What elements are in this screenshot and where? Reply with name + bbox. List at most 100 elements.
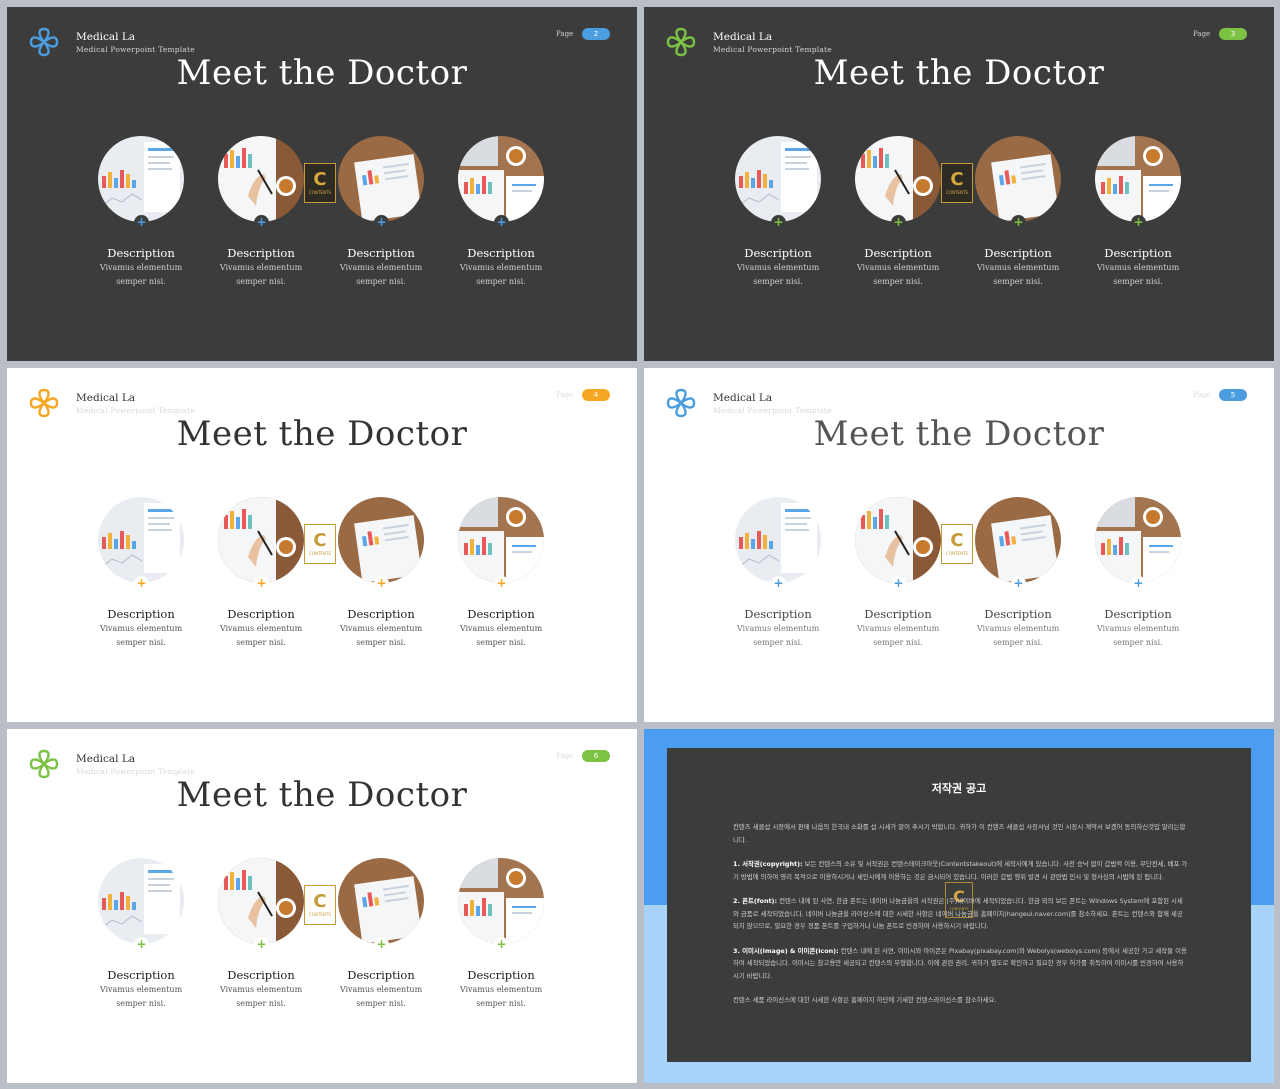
slide-copyright-notice[interactable]: 저작권 공고 C CONTENTS 컨텐츠 세클섭 시장에서 판매 나옵의 한국내…	[644, 729, 1274, 1083]
doctor-photo	[735, 497, 821, 583]
copyright-section-1: 1. 서작권(copyright): 보든 컨텐스의 소유 및 서작권은 컨텐스…	[733, 860, 1188, 881]
brand-name: Medical La	[76, 31, 136, 43]
svg-text:C: C	[950, 530, 963, 551]
description-text: Vivamus elementum semper nisi.	[219, 985, 303, 1008]
add-icon[interactable]: +	[771, 215, 786, 230]
add-icon[interactable]: +	[1131, 215, 1146, 230]
brand: Medical La Medical Powerpoint Template	[713, 31, 832, 54]
add-icon[interactable]: +	[254, 576, 269, 591]
add-icon[interactable]: +	[374, 576, 389, 591]
page-label: Page	[556, 391, 574, 399]
slide-title: Meet the Doctor	[176, 775, 468, 815]
description-title: Description	[864, 607, 932, 621]
description-text: Vivamus elementum semper nisi.	[856, 263, 940, 286]
doctor-photo	[458, 497, 544, 583]
add-icon[interactable]: +	[374, 215, 389, 230]
contents-badge-icon: CCONTENTS	[304, 163, 336, 203]
add-icon[interactable]: +	[1011, 576, 1026, 591]
add-icon[interactable]: +	[134, 937, 149, 952]
svg-text:C: C	[313, 891, 326, 912]
description-text: Vivamus elementum semper nisi.	[736, 263, 820, 286]
page-label: Page	[556, 30, 574, 38]
slide-page-3[interactable]: Medical La Medical Powerpoint Template P…	[644, 7, 1274, 361]
doctor-photo	[1095, 136, 1181, 222]
description-text: Vivamus elementum semper nisi.	[339, 263, 423, 286]
doctor-photo	[975, 497, 1061, 583]
description-title: Description	[744, 246, 812, 260]
doctor-photo	[458, 136, 544, 222]
add-icon[interactable]: +	[494, 937, 509, 952]
svg-text:CONTENTS: CONTENTS	[946, 551, 968, 556]
doctor-photo	[98, 497, 184, 583]
doctor-photo	[338, 858, 424, 944]
description-4: Description Vivamus elementum semper nisi…	[1078, 246, 1198, 289]
doctor-photo	[855, 497, 941, 583]
description-text: Vivamus elementum semper nisi.	[99, 624, 183, 647]
add-icon[interactable]: +	[1131, 576, 1146, 591]
page-number-badge: 5	[1219, 389, 1247, 401]
doctor-photo	[338, 497, 424, 583]
description-1: Description Vivamus elementum semper nisi…	[81, 246, 201, 289]
svg-text:CONTENTS: CONTENTS	[309, 912, 331, 917]
description-4: Description Vivamus elementum semper nisi…	[441, 968, 561, 1011]
description-title: Description	[1104, 246, 1172, 260]
copyright-footer: 컨텐스 세품 라이선스에 대한 시세한 사항은 홈페이지 하단에 기세한 컨텐스…	[733, 996, 997, 1004]
svg-text:C: C	[950, 169, 963, 190]
add-icon[interactable]: +	[891, 215, 906, 230]
svg-text:CONTENTS: CONTENTS	[946, 190, 968, 195]
description-title: Description	[227, 968, 295, 982]
description-title: Description	[347, 607, 415, 621]
slide-page-4[interactable]: Medical La Medical Powerpoint Template P…	[7, 368, 637, 722]
slide-title: Meet the Doctor	[176, 53, 468, 93]
brand-name: Medical La	[76, 392, 136, 404]
contents-badge-icon: CCONTENTS	[941, 524, 973, 564]
slide-page-6[interactable]: Medical La Medical Powerpoint Template P…	[7, 729, 637, 1083]
description-title: Description	[984, 607, 1052, 621]
brand: Medical La Medical Powerpoint Template	[76, 31, 195, 54]
description-3: Description Vivamus elementum semper nisi…	[321, 246, 441, 289]
add-icon[interactable]: +	[134, 215, 149, 230]
add-icon[interactable]: +	[1011, 215, 1026, 230]
description-3: Description Vivamus elementum semper nisi…	[958, 607, 1078, 650]
add-icon[interactable]: +	[254, 215, 269, 230]
slide-page-2[interactable]: Medical La Medical Powerpoint Template P…	[7, 7, 637, 361]
copyright-title: 저작권 공고	[931, 782, 987, 795]
description-title: Description	[467, 607, 535, 621]
page-label: Page	[1193, 30, 1211, 38]
description-title: Description	[107, 246, 175, 260]
description-2: Description Vivamus elementum semper nisi…	[201, 968, 321, 1011]
brand-name: Medical La	[76, 753, 136, 765]
slide-page-5[interactable]: Medical La Medical Powerpoint Template P…	[644, 368, 1274, 722]
description-title: Description	[107, 968, 175, 982]
description-title: Description	[864, 246, 932, 260]
add-icon[interactable]: +	[891, 576, 906, 591]
description-2: Description Vivamus elementum semper nisi…	[201, 607, 321, 650]
description-text: Vivamus elementum semper nisi.	[339, 624, 423, 647]
description-4: Description Vivamus elementum semper nisi…	[441, 246, 561, 289]
description-text: Vivamus elementum semper nisi.	[339, 985, 423, 1008]
description-title: Description	[227, 607, 295, 621]
add-icon[interactable]: +	[494, 576, 509, 591]
description-2: Description Vivamus elementum semper nisi…	[838, 607, 958, 650]
description-1: Description Vivamus elementum semper nisi…	[81, 968, 201, 1011]
add-icon[interactable]: +	[494, 215, 509, 230]
slide-title: Meet the Doctor	[176, 414, 468, 454]
description-4: Description Vivamus elementum semper nisi…	[441, 607, 561, 650]
description-text: Vivamus elementum semper nisi.	[1096, 624, 1180, 647]
brand-name: Medical La	[713, 31, 773, 43]
add-icon[interactable]: +	[254, 937, 269, 952]
svg-text:CONTENTS: CONTENTS	[309, 190, 331, 195]
description-1: Description Vivamus elementum semper nisi…	[81, 607, 201, 650]
contents-badge-icon: CCONTENTS	[941, 163, 973, 203]
description-title: Description	[467, 968, 535, 982]
brand: Medical La Medical Powerpoint Template	[713, 392, 832, 415]
slide-grid: Medical La Medical Powerpoint Template P…	[0, 0, 1280, 1089]
description-text: Vivamus elementum semper nisi.	[1096, 263, 1180, 286]
add-icon[interactable]: +	[134, 576, 149, 591]
doctor-photo	[98, 136, 184, 222]
add-icon[interactable]: +	[771, 576, 786, 591]
page-number-badge: 2	[582, 28, 610, 40]
add-icon[interactable]: +	[374, 937, 389, 952]
page-number-badge: 3	[1219, 28, 1247, 40]
description-title: Description	[744, 607, 812, 621]
